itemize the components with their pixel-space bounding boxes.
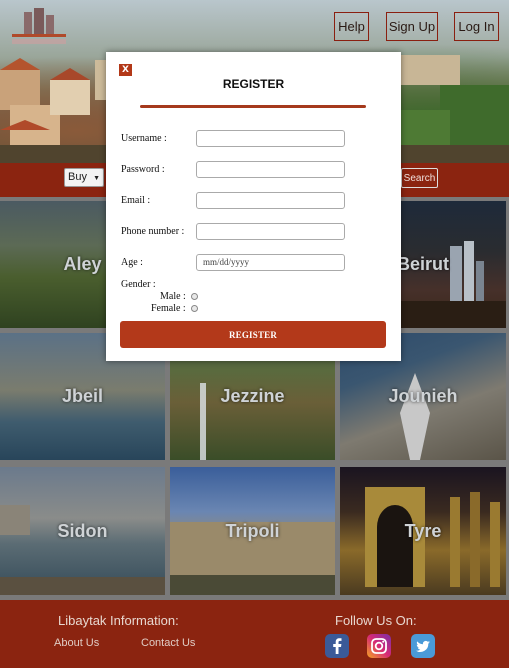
male-radio[interactable] [191,293,198,300]
twitter-icon[interactable] [411,634,435,658]
city-name: Sidon [57,520,108,541]
phone-label: Phone number : [121,226,185,237]
contact-us-link[interactable]: Contact Us [141,637,195,649]
chevron-down-icon: ▼ [93,175,100,182]
email-label: Email : [121,195,151,206]
facebook-icon[interactable] [325,634,349,658]
modal-title: REGISTER [222,77,285,91]
logo[interactable] [6,6,72,48]
city-name: Tripoli [225,520,280,541]
category-select-value: Buy [68,171,87,183]
register-modal: X REGISTER Username : Password : Email :… [106,52,401,361]
login-button[interactable]: Log In [454,12,499,41]
age-date-field[interactable]: mm/dd/yyyy [196,254,345,271]
about-us-link[interactable]: About Us [54,637,99,649]
search-button[interactable]: Search [401,168,438,188]
city-tile-tyre[interactable]: Tyre [340,467,506,595]
username-label: Username : [121,133,167,144]
city-name: Tyre [404,520,442,541]
gender-label: Gender : [121,279,156,290]
male-label: Male : [160,291,186,302]
city-name: Jounieh [388,386,458,406]
phone-field[interactable] [196,223,345,240]
footer-follow-title: Follow Us On: [335,613,417,628]
close-icon[interactable]: X [119,64,132,76]
city-name: Beirut [396,254,449,274]
city-name: Jezzine [220,386,285,406]
title-divider [140,105,366,108]
city-tile-sidon[interactable]: Sidon [0,467,165,595]
signup-button[interactable]: Sign Up [386,12,438,41]
footer-info-title: Libaytak Information: [58,613,179,628]
female-radio[interactable] [191,305,198,312]
age-label: Age : [121,257,143,268]
email-field[interactable] [196,192,345,209]
register-submit-button[interactable]: REGISTER [120,321,386,348]
city-name: Jbeil [61,386,104,406]
username-field[interactable] [196,130,345,147]
city-name: Aley [63,254,102,274]
category-select[interactable]: Buy ▼ [64,168,104,187]
password-label: Password : [121,164,165,175]
instagram-icon[interactable] [367,634,391,658]
city-tile-tripoli[interactable]: Tripoli [170,467,335,595]
help-button[interactable]: Help [334,12,369,41]
password-field[interactable] [196,161,345,178]
female-label: Female : [151,303,186,314]
